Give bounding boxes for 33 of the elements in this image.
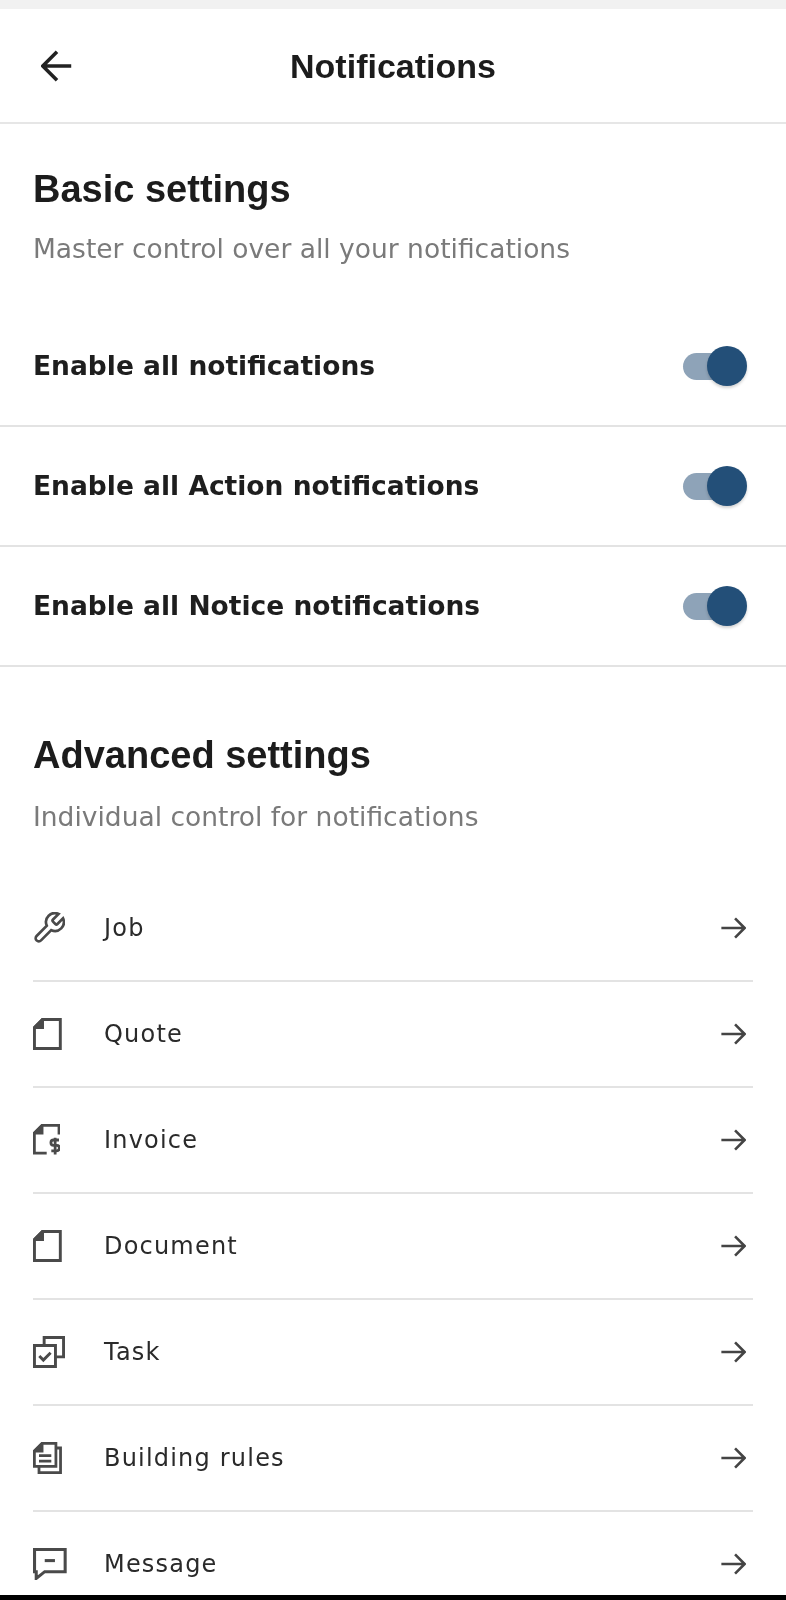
category-row[interactable]: Task <box>33 1300 753 1406</box>
toggle-switch[interactable] <box>683 586 747 626</box>
arrow-right-icon <box>720 1129 746 1151</box>
arrow-right-icon <box>720 917 746 939</box>
arrow-right-icon <box>720 1023 746 1045</box>
category-row[interactable]: Quote <box>33 982 753 1088</box>
toggle-label: Enable all Action notifications <box>33 469 480 503</box>
back-arrow-icon[interactable] <box>41 49 73 82</box>
category-row[interactable]: Invoice <box>33 1088 753 1194</box>
toggle-switch[interactable] <box>683 466 747 506</box>
category-row[interactable]: Document <box>33 1194 753 1300</box>
toggle-switch[interactable] <box>683 346 747 386</box>
document-icon <box>33 1230 62 1262</box>
category-row[interactable]: Building rules <box>33 1406 753 1512</box>
section-title: Advanced settings <box>33 733 371 778</box>
stacked-documents-icon <box>33 1442 62 1474</box>
arrow-right-icon <box>720 1235 746 1257</box>
dollar-document-icon <box>33 1124 61 1156</box>
category-row[interactable]: Job <box>33 876 753 982</box>
document-icon <box>33 1018 62 1050</box>
toggle-label: Enable all notifications <box>33 349 376 383</box>
checked-squares-icon <box>33 1336 65 1368</box>
page-title: Notifications <box>290 45 496 87</box>
toggle-label: Enable all Notice notifications <box>33 589 481 623</box>
speech-bubble-icon <box>33 1547 67 1580</box>
category-row[interactable]: Message <box>33 1512 753 1595</box>
section-subtitle: Individual control for notifications <box>33 800 479 834</box>
section-subtitle: Master control over all your notifications <box>33 232 570 266</box>
wrench-icon <box>33 912 65 944</box>
section-title: Basic settings <box>33 167 291 212</box>
arrow-right-icon <box>720 1552 746 1575</box>
arrow-right-icon <box>720 1447 746 1469</box>
arrow-right-icon <box>720 1341 746 1363</box>
